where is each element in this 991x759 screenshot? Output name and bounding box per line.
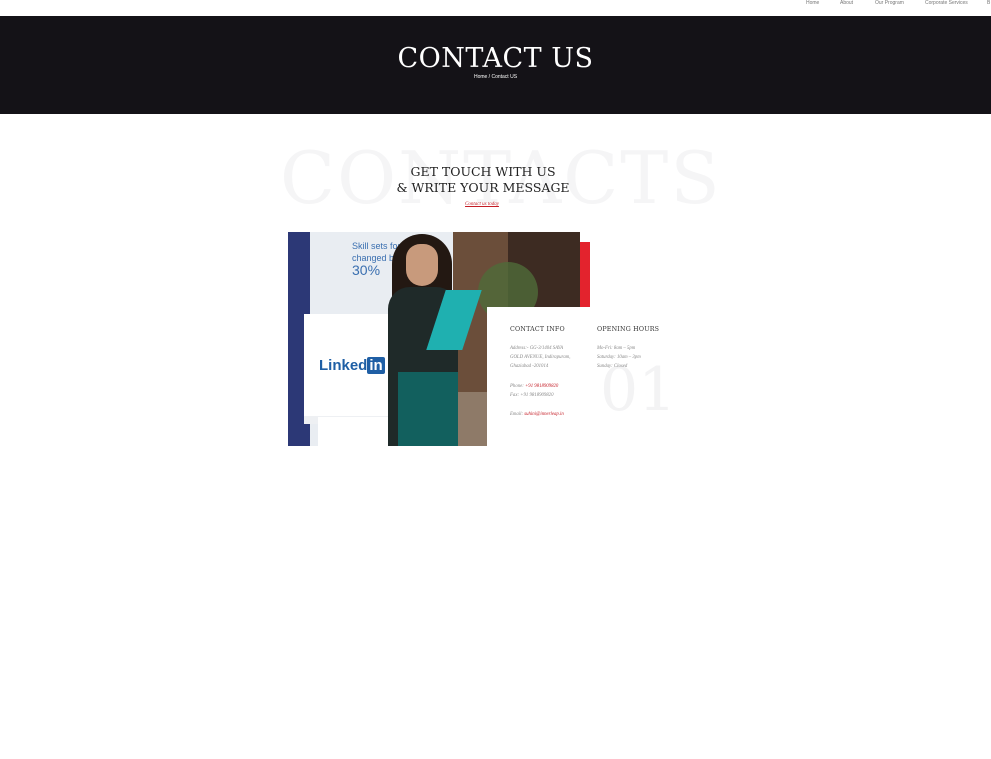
page-title: CONTACT US [397, 43, 594, 74]
hours-sunday: Sunday: Closed [597, 364, 628, 369]
breadcrumb: Home / Contact US [0, 74, 991, 80]
nav-item-about[interactable]: About [840, 0, 853, 7]
email-link[interactable]: suhini@innerleap.in [524, 412, 563, 417]
nav-item-more[interactable]: B [987, 0, 990, 7]
email-line: Email: suhini@innerleap.in [510, 412, 564, 417]
contact-us-today-link[interactable]: Contact us today [0, 202, 964, 207]
section-heading: GET TOUCH WITH US & WRITE YOUR MESSAGE [0, 164, 966, 196]
nav-item-corporate-services[interactable]: Corporate Services [925, 0, 968, 7]
nav-item-our-program[interactable]: Our Program [875, 0, 904, 7]
poster-stat: 30% [352, 262, 381, 278]
breadcrumb-current: Contact US [491, 74, 518, 80]
phone-link[interactable]: +91 9818909820 [525, 384, 558, 389]
section-heading-line1: GET TOUCH WITH US [410, 164, 556, 179]
breadcrumb-home-link[interactable]: Home [474, 74, 487, 80]
linkedin-logo: Linked in [319, 357, 385, 374]
opening-hours-title: OPENING HOURS [597, 326, 660, 333]
section-heading-line2: & WRITE YOUR MESSAGE [396, 180, 570, 195]
fax-line: Fax: +91 9818909820 [510, 393, 554, 398]
address-line3: Ghaziabad -201014 [510, 364, 549, 369]
hero-banner: CONTACT US Home / Contact US [0, 16, 991, 114]
top-navigation: Home About Our Program Corporate Service… [0, 0, 991, 16]
contact-info-title: CONTACT INFO [510, 326, 565, 333]
nav-item-home[interactable]: Home [806, 0, 819, 7]
